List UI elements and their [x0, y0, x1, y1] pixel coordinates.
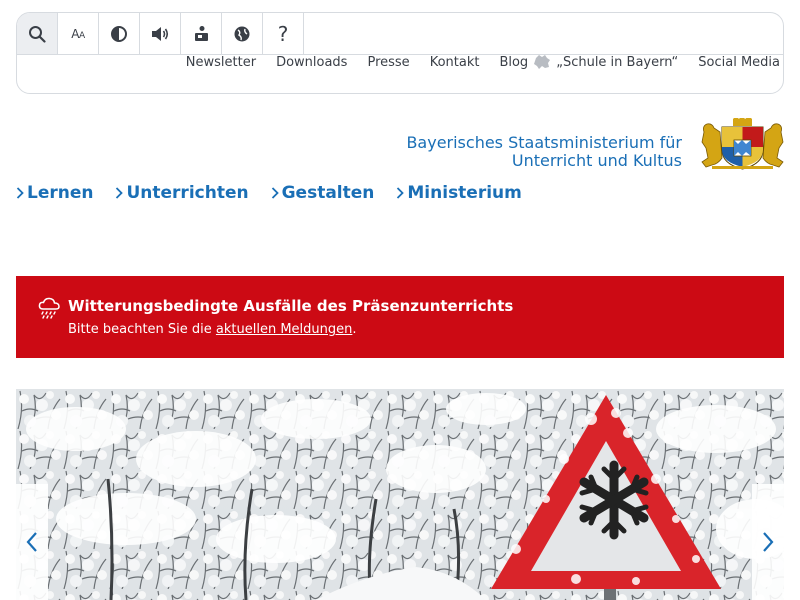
- bavaria-map-icon: [534, 55, 551, 69]
- bavarian-coat-of-arms-logo[interactable]: [700, 118, 785, 170]
- alert-text-after: .: [352, 322, 357, 337]
- alert-text: Bitte beachten Sie die aktuellen Meldung…: [68, 322, 357, 337]
- help-icon: ?: [277, 21, 289, 46]
- link-blog[interactable]: Blog „Schule in Bayern“: [499, 54, 678, 70]
- chevron-right-icon: [397, 187, 405, 199]
- search-icon: [29, 25, 46, 43]
- chevron-left-icon: [26, 532, 37, 552]
- accessibility-tools: AA ?: [17, 13, 304, 54]
- font-size-icon: AA: [71, 26, 85, 41]
- ministry-name[interactable]: Bayerisches Staatsministerium für Unterr…: [406, 134, 682, 170]
- nav-item-gestalten[interactable]: Gestalten: [271, 183, 375, 203]
- nav-item-ministerium[interactable]: Ministerium: [396, 183, 522, 203]
- contrast-button[interactable]: [99, 13, 140, 54]
- link-kontakt[interactable]: Kontakt: [430, 55, 480, 70]
- snow-cloud-icon: [38, 297, 60, 319]
- nav-label: Gestalten: [281, 183, 375, 203]
- link-presse[interactable]: Presse: [367, 55, 409, 70]
- font-size-button[interactable]: AA: [58, 13, 99, 54]
- chevron-right-icon: [116, 187, 124, 199]
- language-button[interactable]: [222, 13, 263, 54]
- contrast-icon: [111, 25, 127, 42]
- service-links: Newsletter Downloads Presse Kontakt Blog…: [186, 54, 780, 70]
- main-navigation: Lernen Unterrichten Gestalten Ministeriu…: [16, 183, 522, 203]
- read-aloud-button[interactable]: [140, 13, 181, 54]
- blog-label: Blog: [499, 54, 529, 70]
- alert-title: Witterungsbedingte Ausfälle des Präsenzu…: [68, 297, 514, 315]
- audio-icon: [152, 26, 169, 41]
- blog-subtitle: „Schule in Bayern“: [556, 54, 679, 70]
- alert-text-before: Bitte beachten Sie die: [68, 322, 216, 337]
- help-button[interactable]: ?: [263, 13, 304, 54]
- nav-label: Ministerium: [407, 183, 522, 203]
- chevron-right-icon: [271, 187, 279, 199]
- link-social-media[interactable]: Social Media: [698, 55, 780, 70]
- nav-item-lernen[interactable]: Lernen: [16, 183, 93, 203]
- hero-image-snowy-road-warning-sign: [16, 389, 784, 600]
- nav-item-unterrichten[interactable]: Unterrichten: [115, 183, 249, 203]
- nav-label: Lernen: [27, 183, 94, 203]
- chevron-right-icon: [16, 187, 24, 199]
- chevron-right-icon: [763, 532, 774, 552]
- slider-next-button[interactable]: [752, 484, 784, 600]
- service-toolbar: AA ?: [16, 12, 784, 94]
- ministry-name-line2: Unterricht und Kultus: [511, 151, 682, 170]
- ministry-name-line1: Bayerisches Staatsministerium für: [406, 133, 682, 152]
- link-newsletter[interactable]: Newsletter: [186, 55, 256, 70]
- language-icon: [234, 26, 250, 41]
- weather-alert-banner: Witterungsbedingte Ausfälle des Präsenzu…: [16, 276, 784, 358]
- alert-link-current-news[interactable]: aktuellen Meldungen: [216, 322, 352, 337]
- link-downloads[interactable]: Downloads: [276, 55, 347, 70]
- sign-language-icon: [195, 25, 208, 41]
- nav-label: Unterrichten: [126, 183, 249, 203]
- sign-language-button[interactable]: [181, 13, 222, 54]
- search-button[interactable]: [17, 13, 58, 54]
- hero-slider: [16, 389, 784, 600]
- slider-prev-button[interactable]: [16, 484, 48, 600]
